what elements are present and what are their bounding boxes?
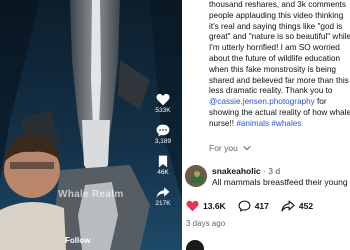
mention-link[interactable]: @cassie.jensen.photography bbox=[209, 97, 315, 106]
comments-count: 417 bbox=[254, 201, 269, 211]
video-watermark: Whale Realm bbox=[58, 189, 124, 200]
likes-count: 13.6K bbox=[203, 201, 226, 211]
caption-text: for bbox=[314, 97, 327, 107]
caption-line: I'm utterly horrified! I am SO worried bbox=[209, 43, 340, 53]
comment-outline-icon bbox=[238, 200, 251, 212]
share-arrow-icon bbox=[156, 187, 170, 198]
caption-line: @cassie.jensen.photography for bbox=[209, 97, 350, 108]
caption-line: great" and "nature is so beautiful" whil… bbox=[209, 32, 350, 42]
hashtag-link[interactable]: #whales bbox=[271, 119, 301, 128]
share-outline-icon bbox=[281, 200, 295, 212]
caption-line: less dramatic reality. Thank you to bbox=[209, 86, 333, 96]
post-caption: thousand reshares, and 3k comments peopl… bbox=[209, 0, 350, 130]
for-you-label: For you bbox=[209, 143, 238, 153]
favorite-count: 46K bbox=[157, 169, 169, 176]
engagement-stats: 13.6K 417 452 bbox=[182, 195, 350, 217]
caption-line: people applauding this video thinking bbox=[209, 10, 344, 20]
likes-stat[interactable]: 13.6K bbox=[186, 200, 226, 212]
bookmark-icon bbox=[158, 155, 168, 168]
like-button[interactable]: 533K bbox=[150, 93, 176, 114]
comment-username[interactable]: snakeaholic bbox=[212, 166, 261, 176]
chevron-down-icon bbox=[243, 146, 251, 151]
caption-line: shared and believed far more than this bbox=[209, 75, 349, 85]
shares-stat[interactable]: 452 bbox=[281, 200, 313, 212]
shares-count: 452 bbox=[298, 201, 314, 211]
comments-stat[interactable]: 417 bbox=[238, 200, 269, 212]
comment-count: 3,189 bbox=[154, 138, 172, 145]
caption-line: when this fake monstrosity is being bbox=[209, 64, 336, 74]
caption-line: nurse!! #animals #whales bbox=[209, 119, 350, 130]
heart-icon bbox=[156, 93, 170, 106]
caption-line: thousand reshares, and 3k comments bbox=[209, 0, 346, 9]
caption-text: nurse!! bbox=[209, 118, 237, 128]
video-action-rail: 533K 3,189 46K 217K bbox=[150, 93, 176, 217]
caption-line: showing the actual reality of how whales bbox=[209, 107, 350, 117]
avatar-image bbox=[185, 165, 207, 187]
comment-meta: snakeaholic · 3 d bbox=[212, 166, 280, 176]
comment-time-value: 3 d bbox=[268, 166, 281, 176]
comment-text: All mammals breastfeed their young bbox=[212, 177, 348, 187]
comment-bubble-icon bbox=[156, 124, 170, 137]
comment-time: · 3 d bbox=[263, 166, 281, 176]
heart-filled-icon bbox=[186, 200, 199, 212]
video-player[interactable]: Whale Realm Follow 533K 3,189 46K 217K bbox=[0, 0, 182, 250]
like-count: 533K bbox=[155, 107, 171, 114]
post-date: 3 days ago bbox=[186, 219, 226, 228]
favorite-button[interactable]: 46K bbox=[150, 155, 176, 176]
post-panel: thousand reshares, and 3k comments peopl… bbox=[182, 0, 350, 250]
caption-line: about the future of wildlife education bbox=[209, 53, 341, 63]
caption-line: it's real and saying things like "god is bbox=[209, 21, 343, 31]
follow-button[interactable]: Follow bbox=[65, 236, 90, 245]
comment-button[interactable]: 3,189 bbox=[150, 124, 176, 145]
for-you-toggle[interactable]: For you bbox=[209, 143, 251, 153]
share-button[interactable]: 217K bbox=[150, 186, 176, 207]
avatar[interactable] bbox=[185, 165, 207, 187]
hashtag-link[interactable]: #animals bbox=[236, 119, 269, 128]
share-count: 217K bbox=[155, 200, 171, 207]
avatar[interactable] bbox=[186, 240, 204, 250]
